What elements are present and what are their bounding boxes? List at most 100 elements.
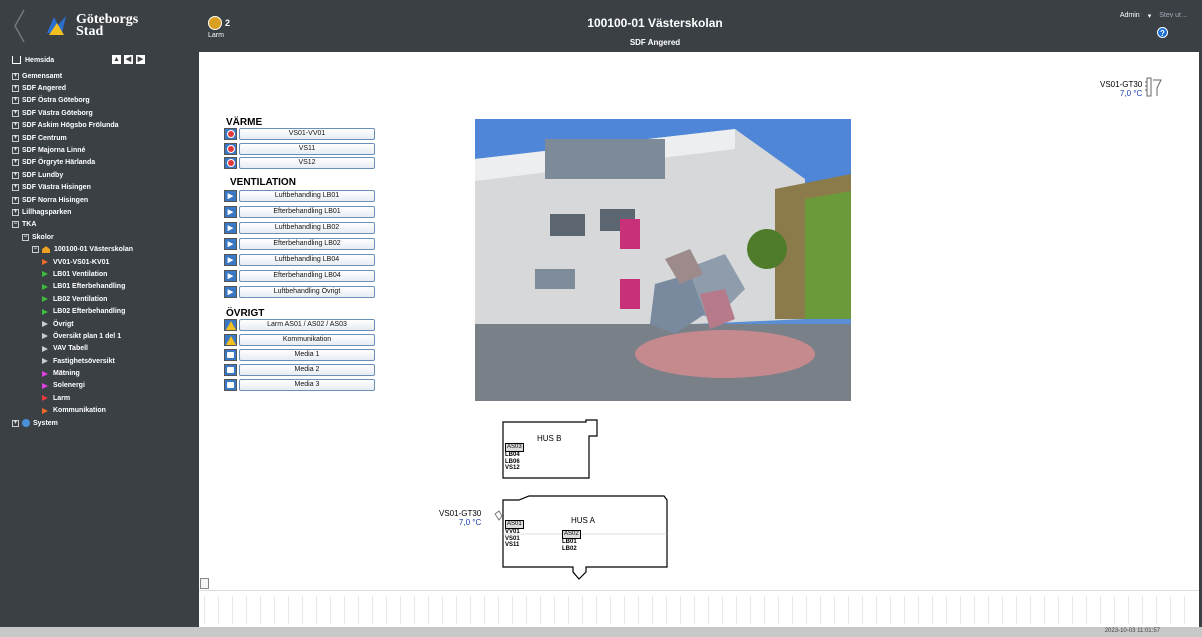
expand-toggle-icon: + xyxy=(12,196,19,204)
system-icon xyxy=(22,419,30,428)
page-triangle-icon xyxy=(42,370,48,377)
tree-item-label: Gemensamt xyxy=(22,72,63,80)
tree-item-label: VAV Tabell xyxy=(53,345,89,353)
tree-item[interactable]: VV01-VS01-KV01 xyxy=(12,256,133,268)
tree-item[interactable]: + SDF Örgryte Härlanda xyxy=(12,157,133,169)
sensor-value: 7,0 °C xyxy=(458,518,482,527)
tree-item[interactable]: Mätning xyxy=(12,367,133,379)
page-triangle-icon xyxy=(42,308,48,315)
tree-item[interactable]: + SDF Lundby xyxy=(12,169,133,181)
expand-toggle-icon: + xyxy=(12,171,19,179)
tree-item-label: 100100-01 Västerskolan xyxy=(54,246,133,254)
tree-item-label: SDF Lundby xyxy=(22,171,64,179)
tree-item-label: SDF Östra Göteborg xyxy=(22,97,90,105)
tree-item[interactable]: − TKA xyxy=(12,219,133,231)
tree-item-label: System xyxy=(33,419,58,427)
tree-item[interactable]: Översikt plan 1 del 1 xyxy=(12,330,133,342)
page-triangle-icon xyxy=(42,395,48,402)
tree-item-label: Kommunikation xyxy=(53,407,106,415)
hus-b-tags[interactable]: AS03 LB04 LB06 VS12 xyxy=(505,443,524,472)
tree-item[interactable]: Larm xyxy=(12,392,133,404)
tree-item[interactable]: Övrigt xyxy=(12,318,133,330)
page-triangle-icon xyxy=(42,321,48,327)
tree-item[interactable]: Kommunikation xyxy=(12,405,133,417)
tree-item[interactable]: + System xyxy=(12,417,133,429)
tree-item[interactable]: LB02 Efterbehandling xyxy=(12,305,133,317)
back-chevron-icon[interactable] xyxy=(12,8,26,44)
top-bar: Göteborgs Stad 2 Larm 100100-01 Västersk… xyxy=(0,0,1202,52)
page-triangle-icon xyxy=(42,283,48,290)
tree-item[interactable]: + SDF Norra Hisingen xyxy=(12,194,133,206)
expand-toggle-icon: + xyxy=(12,134,19,142)
hus-a-tags-1[interactable]: AS01 VV01 VS01 VS11 xyxy=(505,520,524,549)
tree-item-label: Mätning xyxy=(53,370,80,378)
tree-item-label: Övrigt xyxy=(53,320,74,328)
tree-item-label: LB02 Efterbehandling xyxy=(53,308,126,316)
tree-nav-buttons: ▲ ◀ ▶ xyxy=(112,55,145,64)
tree-item[interactable]: LB01 Ventilation xyxy=(12,268,133,280)
user-menu-chevron-icon[interactable]: ▾ xyxy=(1148,12,1152,20)
tree-item-label: SDF Västra Göteborg xyxy=(22,109,93,117)
page-subtitle: SDF Angered xyxy=(629,38,681,47)
hus-a-label: HUS A xyxy=(571,516,596,525)
tree-item-label: VV01-VS01-KV01 xyxy=(53,258,110,266)
expand-toggle-icon: + xyxy=(12,122,19,130)
logout-link[interactable]: Stev ut… xyxy=(1159,12,1188,20)
user-area: Admin ▾ Stev ut… xyxy=(1120,12,1188,20)
tree-item-label: TKA xyxy=(22,221,37,229)
home-link[interactable]: Hemsida xyxy=(12,56,54,64)
page-triangle-icon xyxy=(42,259,48,266)
tree-item[interactable]: − 100100-01 Västerskolan xyxy=(12,243,133,255)
tree-item[interactable]: + SDF Östra Göteborg xyxy=(12,95,133,107)
tree-item[interactable]: LB02 Ventilation xyxy=(12,293,133,305)
goteborg-logo[interactable]: Göteborgs Stad xyxy=(44,10,154,42)
help-icon[interactable]: ? xyxy=(1157,27,1168,38)
sidebar: Hemsida ▲ ◀ ▶ + Gemensamt + SDF Angered + SDF… xyxy=(0,52,199,627)
arrow-left-icon[interactable]: ◀ xyxy=(124,55,133,64)
tree-item[interactable]: + SDF Angered xyxy=(12,82,133,94)
gt30-sensor-plan[interactable]: VS01-GT30 7,0 °C xyxy=(439,509,481,527)
event-grid xyxy=(204,596,1194,624)
hus-a-tags-2[interactable]: AS02 LB01 LB02 xyxy=(562,530,581,552)
alarm-widget[interactable]: 2 Larm xyxy=(208,16,248,46)
tree-item[interactable]: LB01 Efterbehandling xyxy=(12,281,133,293)
expand-toggle-icon: + xyxy=(12,109,19,117)
expand-toggle-icon[interactable]: − xyxy=(32,246,39,254)
tree-item[interactable]: + SDF Västra Hisingen xyxy=(12,182,133,194)
page-triangle-icon xyxy=(42,382,48,389)
page-triangle-icon xyxy=(42,271,48,278)
document-icon[interactable] xyxy=(200,578,209,589)
page-title: 100100-01 Västerskolan xyxy=(587,16,723,30)
tree-item[interactable]: + SDF Askim Högsbo Frölunda xyxy=(12,120,133,132)
expand-toggle-icon[interactable]: + xyxy=(12,419,19,427)
expand-toggle-icon: − xyxy=(22,233,29,241)
tree-item-label: SDF Norra Hisingen xyxy=(22,196,89,204)
tree-item[interactable]: + SDF Centrum xyxy=(12,132,133,144)
expand-toggle-icon: + xyxy=(12,147,19,155)
tree-item-label: SDF Centrum xyxy=(22,134,67,142)
navigation-tree: + Gemensamt + SDF Angered + SDF Östra Götebor… xyxy=(12,70,133,429)
tree-item[interactable]: Solenergi xyxy=(12,380,133,392)
page-triangle-icon xyxy=(42,333,48,340)
tree-item[interactable]: VAV Tabell xyxy=(12,343,133,355)
tree-item[interactable]: − Skolor xyxy=(12,231,133,243)
tree-item-label: Larm xyxy=(53,394,71,402)
arrow-right-icon[interactable]: ▶ xyxy=(136,55,145,64)
tree-item-label: SDF Angered xyxy=(22,85,67,93)
tree-item-label: Översikt plan 1 del 1 xyxy=(53,332,122,340)
city-crest-icon xyxy=(47,16,66,35)
logo-line-2: Stad xyxy=(76,24,104,39)
expand-toggle-icon: − xyxy=(12,221,19,229)
tree-item-label: SDF Majorna Linné xyxy=(22,147,86,155)
tree-item[interactable]: Fastighetsöversikt xyxy=(12,355,133,367)
alarm-label: Larm xyxy=(208,32,224,39)
page-triangle-icon xyxy=(42,358,48,365)
tree-item[interactable]: + Lillhagsparken xyxy=(12,206,133,218)
arrow-up-icon[interactable]: ▲ xyxy=(112,55,121,64)
user-menu[interactable]: Admin xyxy=(1120,12,1140,20)
expand-toggle-icon: + xyxy=(12,85,19,93)
home-label: Hemsida xyxy=(25,56,55,64)
tree-item[interactable]: + SDF Majorna Linné xyxy=(12,144,133,156)
tree-item[interactable]: + SDF Västra Göteborg xyxy=(12,107,133,119)
tree-item[interactable]: + Gemensamt xyxy=(12,70,133,82)
